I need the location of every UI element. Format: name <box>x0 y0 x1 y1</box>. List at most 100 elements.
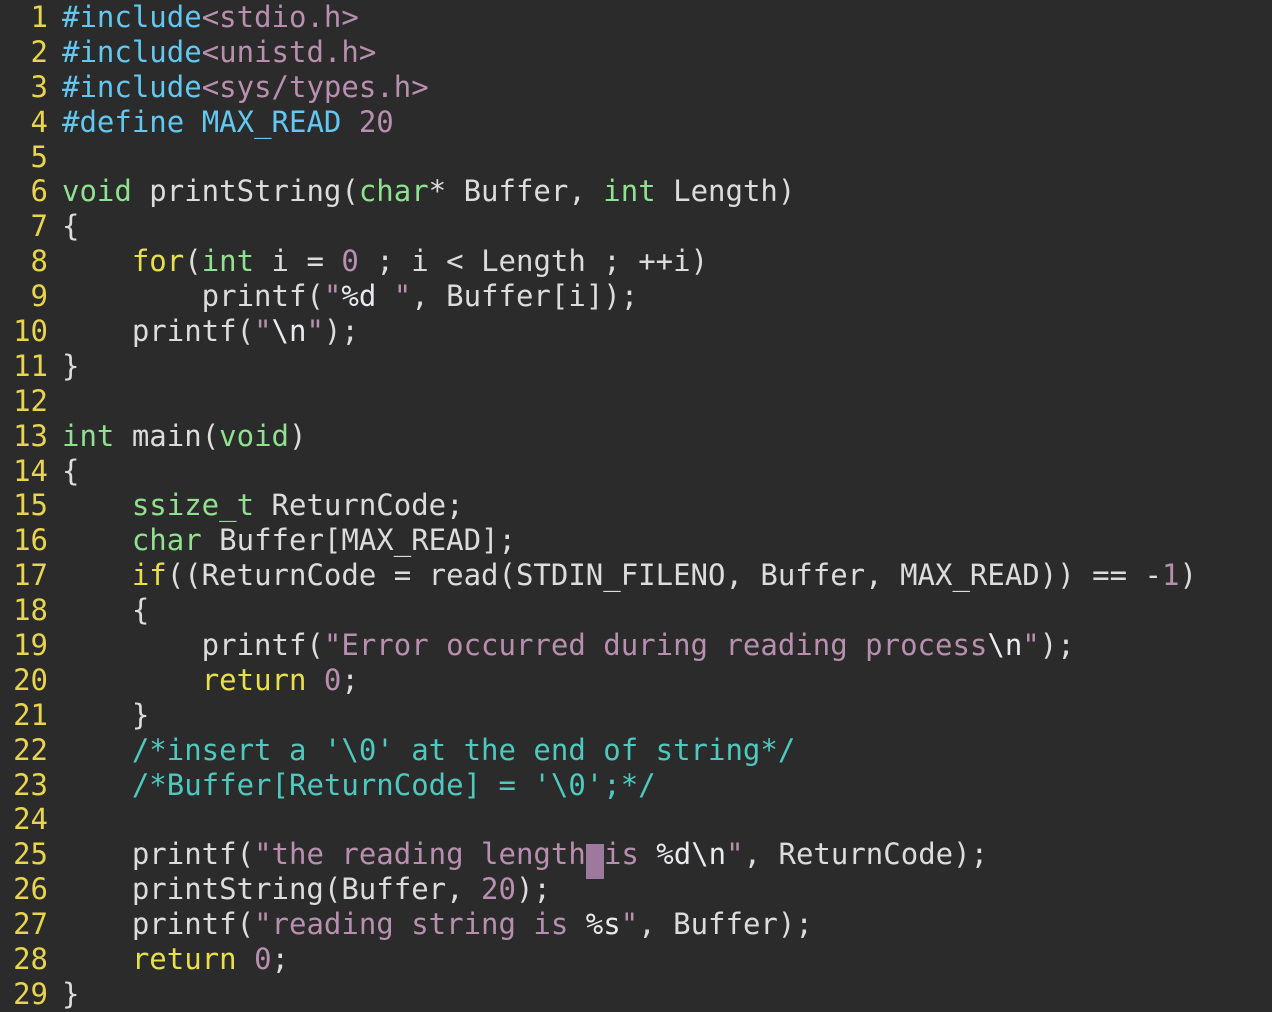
token-id <box>62 488 132 522</box>
token-kw: if <box>131 558 167 593</box>
token-id: i = <box>254 244 342 279</box>
line-number: 12 <box>13 383 48 418</box>
code-line-content[interactable]: char Buffer[MAX_READ]; <box>48 523 1272 558</box>
code-line[interactable]: 2 #include<unistd.h> <box>0 35 1272 70</box>
code-line[interactable]: 4 #define MAX_READ 20 <box>0 105 1272 140</box>
code-line-content[interactable]: printString(Buffer, 20); <box>48 872 1272 907</box>
code-line-content[interactable]: } <box>48 349 1272 384</box>
code-line[interactable]: 6 void printString(char* Buffer, int Leng… <box>0 174 1272 209</box>
code-line-content[interactable]: for(int i = 0 ; i < Length ; ++i) <box>48 244 1272 279</box>
code-line-content[interactable]: { <box>48 593 1272 628</box>
code-line-content[interactable]: #include<sys/types.h> <box>48 70 1272 105</box>
token-id: ; i < Length ; ++i) <box>358 244 709 279</box>
code-line-content[interactable]: /*Buffer[ReturnCode] = '\0';*/ <box>48 768 1272 803</box>
code-line-content[interactable]: { <box>48 454 1272 489</box>
code-line[interactable]: 29} <box>0 977 1272 1012</box>
token-str: " <box>376 279 412 314</box>
line-number: 6 <box>30 174 48 209</box>
token-id: { <box>62 453 80 488</box>
token-str: "Error occurred during reading process <box>323 628 988 663</box>
line-number: 10 <box>13 314 48 349</box>
token-num: 20 <box>358 104 394 139</box>
token-id: ; <box>271 942 290 977</box>
code-line[interactable]: 11} <box>0 349 1272 384</box>
code-line-content[interactable]: if((ReturnCode = read(STDIN_FILENO, Buff… <box>48 558 1272 593</box>
code-line-content[interactable]: printf("\n"); <box>48 314 1272 349</box>
code-line[interactable]: 23 /*Buffer[ReturnCode] = '\0';*/ <box>0 768 1272 803</box>
code-line[interactable]: 1 #include<stdio.h> <box>0 0 1272 35</box>
code-line-content[interactable]: #include<unistd.h> <box>48 35 1272 70</box>
code-line[interactable]: 26 printString(Buffer, 20); <box>0 872 1272 907</box>
token-pp: MAX_READ <box>201 104 342 139</box>
code-line[interactable]: 8 for(int i = 0 ; i < Length ; ++i) <box>0 244 1272 279</box>
token-id: main( <box>114 418 220 453</box>
code-line[interactable]: 17 if((ReturnCode = read(STDIN_FILENO, B… <box>0 558 1272 593</box>
code-line-content[interactable]: return 0; <box>48 942 1272 977</box>
code-line-content[interactable]: } <box>48 698 1272 733</box>
token-str: " <box>306 314 324 349</box>
code-line[interactable]: 14 { <box>0 454 1272 489</box>
token-type: void <box>219 418 289 453</box>
token-id: } <box>62 976 80 1011</box>
token-id: } <box>62 697 150 732</box>
token-id <box>341 105 358 139</box>
token-hdr: <sys/types.h> <box>201 69 429 104</box>
code-line-content[interactable]: } <box>48 977 1272 1012</box>
token-type: char <box>131 523 202 558</box>
code-line-content[interactable]: #define MAX_READ 20 <box>48 105 1272 140</box>
code-line-content[interactable]: { <box>48 209 1272 244</box>
code-line[interactable]: 24 <box>0 802 1272 837</box>
code-line-content[interactable]: /*insert a '\0' at the end of string*/ <box>48 733 1272 768</box>
token-id <box>306 663 323 697</box>
code-line[interactable]: 27 printf("reading string is %s", Buffer… <box>0 907 1272 942</box>
code-line[interactable]: 13 int main(void) <box>0 419 1272 454</box>
token-id <box>62 244 132 278</box>
token-id: Buffer[MAX_READ]; <box>201 523 516 558</box>
code-line-content[interactable]: void printString(char* Buffer, int Lengt… <box>48 174 1272 209</box>
code-lines-container: 1 #include<stdio.h> 2 #include<unistd.h> 3 #i… <box>0 0 1272 1012</box>
token-type: char <box>358 174 429 209</box>
code-line[interactable]: 20 return 0; <box>0 663 1272 698</box>
token-fmt: %d <box>341 279 377 314</box>
code-line[interactable]: 3 #include<sys/types.h> <box>0 70 1272 105</box>
code-line[interactable]: 9 printf("%d ", Buffer[i]); <box>0 279 1272 314</box>
code-editor[interactable]: 1 #include<stdio.h> 2 #include<unistd.h> 3 #i… <box>0 0 1272 1012</box>
code-line-content[interactable]: printf("reading string is %s", Buffer); <box>48 907 1272 942</box>
token-str: " <box>323 279 342 314</box>
token-id: ); <box>323 314 359 349</box>
code-line[interactable]: 12 <box>0 384 1272 419</box>
token-id: , ReturnCode); <box>743 837 989 872</box>
line-number: 2 <box>30 34 48 69</box>
code-line-content[interactable]: printf("the reading length is %d\n", Retu… <box>48 837 1272 880</box>
code-line-content[interactable]: return 0; <box>48 663 1272 698</box>
code-line[interactable]: 25 printf("the reading length is %d\n", R… <box>0 837 1272 880</box>
token-id: , Buffer); <box>638 907 813 942</box>
line-number: 3 <box>30 69 48 104</box>
code-line[interactable]: 16 char Buffer[MAX_READ]; <box>0 523 1272 558</box>
token-esc: \n <box>987 628 1023 663</box>
code-line-content[interactable]: printf("%d ", Buffer[i]); <box>48 279 1272 314</box>
code-line-content[interactable]: ssize_t ReturnCode; <box>48 488 1272 523</box>
token-id: ((ReturnCode = read(STDIN_FILENO, Buffer… <box>166 558 1162 593</box>
code-line[interactable]: 5 <box>0 140 1272 175</box>
code-line[interactable]: 19 printf("Error occurred during reading… <box>0 628 1272 663</box>
token-esc: \n <box>271 314 307 349</box>
code-line[interactable]: 7{ <box>0 209 1272 244</box>
line-number: 20 <box>13 662 48 697</box>
code-line[interactable]: 10 printf("\n"); <box>0 314 1272 349</box>
token-id: printf( <box>62 837 255 872</box>
line-number: 19 <box>13 628 48 663</box>
code-line-content[interactable]: #include<stdio.h> <box>48 0 1272 35</box>
code-line[interactable]: 21 } <box>0 698 1272 733</box>
token-type: void <box>62 174 132 209</box>
token-id: , Buffer[i]); <box>411 279 639 314</box>
code-line[interactable]: 18 { <box>0 593 1272 628</box>
token-fmt: %d <box>656 837 692 872</box>
line-number: 7 <box>30 209 48 244</box>
code-line[interactable]: 28 return 0; <box>0 942 1272 977</box>
code-line[interactable]: 15 ssize_t ReturnCode; <box>0 488 1272 523</box>
code-line[interactable]: 22 /*insert a '\0' at the end of string*… <box>0 733 1272 768</box>
token-id <box>62 663 202 697</box>
code-line-content[interactable]: int main(void) <box>48 419 1272 454</box>
code-line-content[interactable]: printf("Error occurred during reading pr… <box>48 628 1272 663</box>
